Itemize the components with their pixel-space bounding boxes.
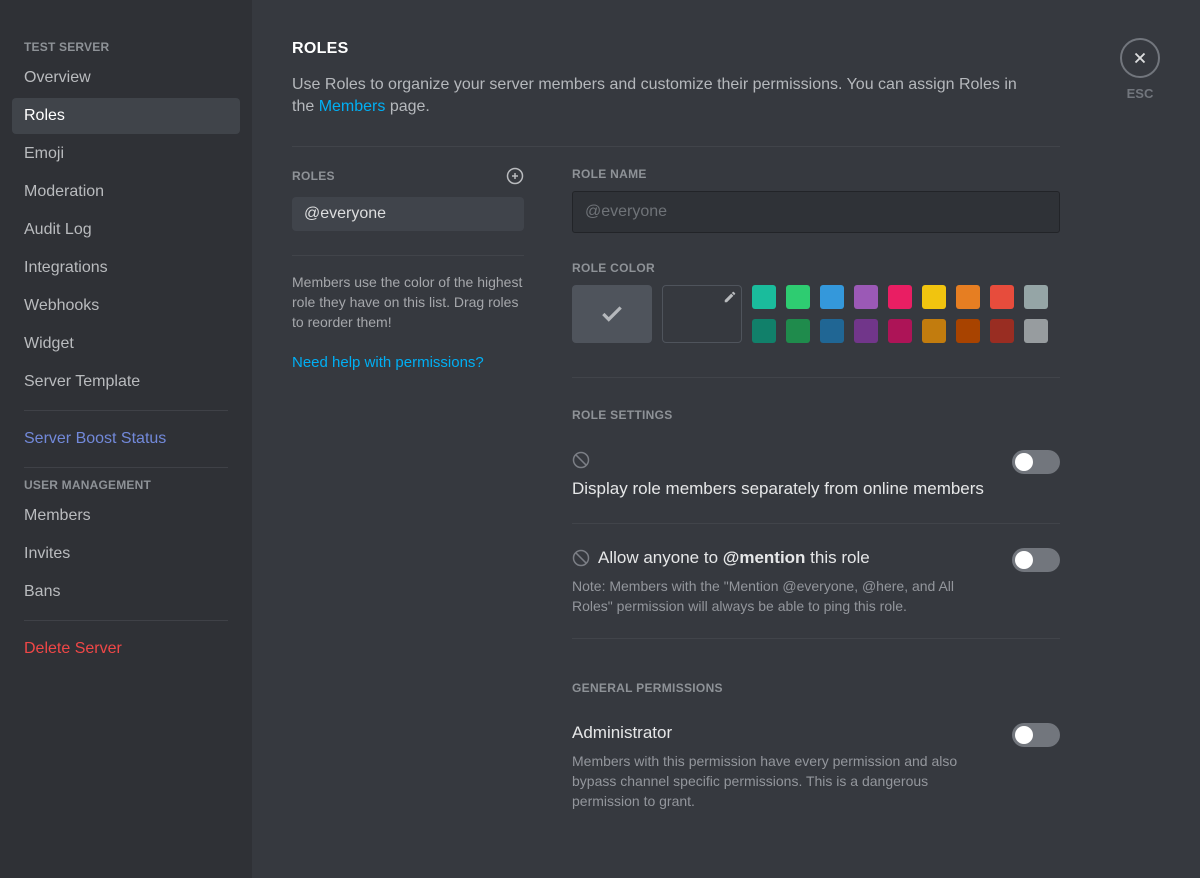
- add-role-icon[interactable]: [506, 167, 524, 185]
- sidebar-item-webhooks[interactable]: Webhooks: [12, 288, 240, 324]
- sidebar-item-audit-log[interactable]: Audit Log: [12, 212, 240, 248]
- setting-allow-mention: Allow anyone to @mention this role Note:…: [572, 546, 1060, 616]
- color-swatch[interactable]: [990, 285, 1014, 309]
- esc-label: ESC: [1127, 86, 1154, 101]
- page-desc-after: page.: [385, 98, 429, 115]
- color-swatch[interactable]: [956, 319, 980, 343]
- roles-hint: Members use the color of the highest rol…: [292, 272, 524, 332]
- sidebar-item-moderation[interactable]: Moderation: [12, 174, 240, 210]
- permission-title: Administrator: [572, 721, 672, 745]
- sidebar-item-bans[interactable]: Bans: [12, 574, 240, 610]
- close-button[interactable]: [1120, 38, 1160, 78]
- sidebar-item-server-template[interactable]: Server Template: [12, 364, 240, 400]
- divider: [572, 523, 1060, 524]
- setting-label-after: this role: [805, 548, 869, 567]
- sidebar-item-invites[interactable]: Invites: [12, 536, 240, 572]
- sidebar-item-overview[interactable]: Overview: [12, 60, 240, 96]
- color-swatch[interactable]: [752, 285, 776, 309]
- toggle-allow-mention[interactable]: [1012, 548, 1060, 572]
- sidebar-item-roles[interactable]: Roles: [12, 98, 240, 134]
- color-swatch[interactable]: [854, 285, 878, 309]
- sidebar-divider: [24, 467, 228, 468]
- roles-list-column: ROLES @everyone Members use the color of…: [292, 167, 524, 811]
- toggle-administrator[interactable]: [1012, 723, 1060, 747]
- sidebar-header-user-mgmt: USER MANAGEMENT: [12, 478, 240, 498]
- members-link[interactable]: Members: [319, 98, 386, 115]
- color-swatch[interactable]: [854, 319, 878, 343]
- setting-label-before: Allow anyone to: [598, 548, 723, 567]
- role-list-item-everyone[interactable]: @everyone: [292, 197, 524, 231]
- role-detail-column: ROLE NAME ROLE COLOR: [572, 167, 1060, 811]
- divider: [292, 146, 1060, 147]
- roles-list-label: ROLES: [292, 169, 335, 183]
- color-swatch[interactable]: [922, 285, 946, 309]
- general-permissions-header: GENERAL PERMISSIONS: [572, 681, 1060, 695]
- main-content: ESC ROLES Use Roles to organize your ser…: [252, 0, 1200, 878]
- permission-description: Members with this permission have every …: [572, 751, 992, 811]
- setting-note: Note: Members with the "Mention @everyon…: [572, 576, 992, 616]
- role-color-label: ROLE COLOR: [572, 261, 1060, 275]
- sidebar-item-delete-server[interactable]: Delete Server: [12, 631, 240, 667]
- divider: [572, 377, 1060, 378]
- close-area: ESC: [1120, 38, 1160, 101]
- color-swatch[interactable]: [888, 319, 912, 343]
- color-swatch[interactable]: [820, 319, 844, 343]
- permissions-help-link[interactable]: Need help with permissions?: [292, 354, 524, 371]
- sidebar-divider: [24, 620, 228, 621]
- sidebar-item-emoji[interactable]: Emoji: [12, 136, 240, 172]
- close-icon: [1131, 49, 1149, 67]
- color-swatch-default[interactable]: [572, 285, 652, 343]
- sidebar-header-server: TEST SERVER: [12, 40, 240, 60]
- page-title: ROLES: [292, 40, 1160, 58]
- color-swatch[interactable]: [922, 319, 946, 343]
- divider: [572, 638, 1060, 639]
- sidebar-divider: [24, 410, 228, 411]
- toggle-display-separately[interactable]: [1012, 450, 1060, 474]
- color-swatch[interactable]: [820, 285, 844, 309]
- permission-administrator: Administrator Members with this permissi…: [572, 721, 1060, 811]
- divider: [292, 255, 524, 256]
- color-swatch[interactable]: [752, 319, 776, 343]
- role-settings-header: ROLE SETTINGS: [572, 408, 1060, 422]
- check-icon: [599, 301, 625, 327]
- prohibited-icon: [572, 451, 590, 469]
- page-description: Use Roles to organize your server member…: [292, 74, 1022, 118]
- eyedropper-icon: [723, 290, 737, 304]
- setting-label-bold: @mention: [723, 548, 806, 567]
- sidebar-item-boost-status[interactable]: Server Boost Status: [12, 421, 240, 457]
- color-swatch-custom[interactable]: [662, 285, 742, 343]
- color-swatch[interactable]: [1024, 319, 1048, 343]
- color-swatch[interactable]: [1024, 285, 1048, 309]
- color-swatch[interactable]: [786, 319, 810, 343]
- setting-display-separately: Display role members separately from onl…: [572, 448, 1060, 501]
- sidebar-item-widget[interactable]: Widget: [12, 326, 240, 362]
- prohibited-icon: [572, 549, 590, 567]
- color-swatch[interactable]: [888, 285, 912, 309]
- setting-label: Display role members separately from onl…: [572, 477, 984, 501]
- sidebar-item-members[interactable]: Members: [12, 498, 240, 534]
- color-swatch[interactable]: [786, 285, 810, 309]
- role-name-label: ROLE NAME: [572, 167, 1060, 181]
- role-name-input[interactable]: [572, 191, 1060, 233]
- sidebar: TEST SERVER Overview Roles Emoji Moderat…: [0, 0, 252, 878]
- color-swatch[interactable]: [990, 319, 1014, 343]
- sidebar-item-integrations[interactable]: Integrations: [12, 250, 240, 286]
- color-swatch[interactable]: [956, 285, 980, 309]
